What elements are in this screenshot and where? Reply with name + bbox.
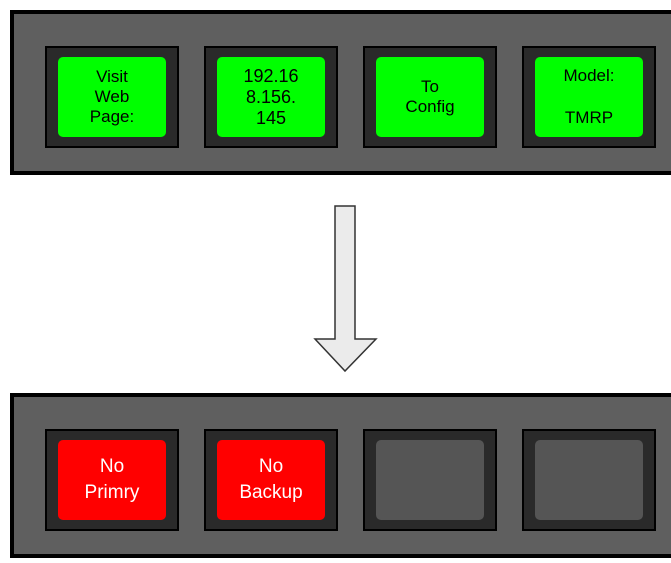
top-key-4-line-1: Model: [563,66,615,85]
top-key-2-line-3: 145 [255,107,287,128]
bottom-key-2-line-1: No [258,456,284,477]
bottom-key-panel: No Primry No Backup [10,393,671,558]
bottom-key-1-line-2: Primry [84,482,140,503]
bottom-key-2-display: No Backup [217,440,325,520]
top-key-2[interactable]: 192.16 8.156. 145 [204,46,338,148]
top-key-2-line-2: 8.156. [245,86,297,107]
top-key-2-line-1: 192.16 [243,65,299,86]
bottom-key-1-display: No Primry [58,440,166,520]
bottom-key-1[interactable]: No Primry [45,429,179,531]
top-key-4-line-2: TMRP [564,108,614,127]
top-key-1-line-3: Page: [89,107,135,126]
bottom-key-2-line-2: Backup [239,482,303,503]
bottom-key-3[interactable] [363,429,497,531]
top-key-3-line-1: To [421,77,439,96]
bottom-key-4-display [535,440,643,520]
top-key-panel: Visit Web Page: 192.16 8.156. 145 To Con… [10,10,671,175]
top-key-3-line-2: Config [405,97,455,116]
top-key-3[interactable]: To Config [363,46,497,148]
top-key-1-display: Visit Web Page: [58,57,166,137]
top-key-3-display: To Config [376,57,484,137]
top-key-1[interactable]: Visit Web Page: [45,46,179,148]
bottom-key-3-display [376,440,484,520]
top-key-1-line-1: Visit [96,67,128,86]
top-key-4[interactable]: Model: TMRP [522,46,656,148]
bottom-key-4[interactable] [522,429,656,531]
top-key-1-line-2: Web [94,87,130,106]
bottom-key-1-line-1: No [99,456,125,477]
down-arrow-icon [313,205,378,373]
top-key-2-display: 192.16 8.156. 145 [217,57,325,137]
top-key-4-display: Model: TMRP [535,57,643,137]
bottom-key-2[interactable]: No Backup [204,429,338,531]
